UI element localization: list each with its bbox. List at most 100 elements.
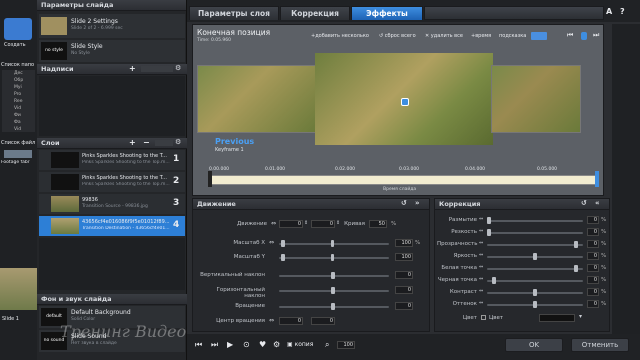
keyframe-start-marker[interactable] [208, 171, 212, 187]
vtilt-field[interactable]: 0 [395, 271, 413, 279]
nav-first-icon[interactable]: ⏮ [567, 31, 573, 40]
layer-item-selected[interactable]: 43656cf4e016086f9f5e01012f89... Transiti… [39, 216, 185, 236]
reset-all-button[interactable]: ↺ сброс всего [379, 33, 416, 39]
keyframe-end-marker[interactable] [595, 171, 599, 187]
color-swatch[interactable] [539, 314, 575, 322]
layers-remove-button[interactable]: − [143, 139, 150, 147]
vtilt-knob[interactable] [331, 272, 335, 279]
scale-y-knob-mid[interactable] [331, 254, 334, 261]
correction-row-slider[interactable] [487, 301, 583, 308]
correction-row-slider[interactable] [487, 229, 583, 236]
layers-tools[interactable] [155, 140, 173, 146]
layer-item[interactable]: Pinks Sparkles Shooting to the T... Pink… [39, 172, 185, 192]
correction-row-knob[interactable] [574, 241, 579, 248]
correction-row-field[interactable]: 0 [587, 288, 599, 296]
correction-row-icon[interactable]: ⇔ [479, 264, 483, 270]
layers-gear-icon[interactable]: ⚙ [175, 139, 181, 146]
correction-row-field[interactable]: 0 [587, 216, 599, 224]
correction-row-slider[interactable] [487, 265, 583, 272]
pan-x-field[interactable]: 0 [279, 220, 303, 228]
captions-add-button[interactable]: + [129, 65, 136, 73]
add-keyframes-button[interactable]: +добавить несколько [311, 33, 369, 39]
correction-row-slider[interactable] [487, 241, 583, 248]
layers-add-button[interactable]: + [129, 139, 136, 147]
correction-row-icon[interactable]: ⇔ [479, 288, 483, 294]
curve-field[interactable]: 50 [369, 220, 387, 228]
vtilt-slider[interactable] [279, 272, 389, 279]
correction-row-field[interactable]: 0 [587, 252, 599, 260]
settings-icon[interactable]: ⚙ [273, 340, 280, 349]
correction-row-knob[interactable] [487, 229, 491, 236]
htilt-knob[interactable] [331, 287, 335, 294]
favorite-icon[interactable]: ♥ [259, 340, 266, 349]
correction-row-icon[interactable]: ⇔ [479, 276, 483, 282]
slide-settings-row[interactable]: Slide 2 Settings Slide 2 of 2 - 6.999 se… [39, 14, 185, 38]
correction-reset-icon[interactable]: ↺ [581, 200, 587, 207]
ok-button[interactable]: OK [505, 338, 563, 352]
position-marker-icon[interactable] [401, 98, 409, 106]
nav-pin-icon[interactable] [581, 32, 587, 40]
view-toggle[interactable] [531, 32, 547, 40]
footage-thumb[interactable] [4, 150, 32, 158]
delete-all-button[interactable]: ✕ удалить все [425, 33, 463, 39]
correction-row-icon[interactable]: ⇔ [479, 300, 483, 306]
motion-reset-icon[interactable]: ↺ [401, 200, 407, 207]
pan-x-stepper[interactable]: ⇕ [304, 220, 308, 226]
nav-last-icon[interactable]: ⏭ [593, 31, 599, 40]
correction-row-icon[interactable]: ⇔ [479, 252, 483, 258]
correction-row-field[interactable]: 0 [587, 264, 599, 272]
captions-tools[interactable] [141, 66, 173, 72]
time-button[interactable]: +время [471, 33, 491, 39]
layer-item[interactable]: 99836 Transition Source - 99836.jpg 3 [39, 194, 185, 214]
correction-row-icon[interactable]: ⇔ [479, 240, 483, 246]
correction-row-knob[interactable] [487, 217, 491, 224]
correction-row-knob[interactable] [574, 265, 579, 272]
copy-button[interactable]: ▣ копия [287, 341, 313, 348]
layer-item[interactable]: Pinks Sparkles Shooting to the T... Pink… [39, 150, 185, 170]
correction-row-knob[interactable] [491, 277, 496, 284]
correction-collapse-icon[interactable]: « [595, 200, 600, 207]
pan-arrows-icon[interactable]: ⇔ [271, 220, 276, 227]
color-dropdown-icon[interactable]: ▾ [579, 313, 582, 320]
correction-row-knob[interactable] [533, 253, 537, 260]
correction-row-field[interactable]: 0 [587, 228, 599, 236]
cancel-button[interactable]: Отменить [571, 338, 629, 352]
captions-list[interactable] [39, 76, 185, 136]
correction-row-slider[interactable] [487, 289, 583, 296]
scale-x-knob[interactable] [281, 240, 285, 247]
record-icon[interactable]: ⊙ [243, 340, 250, 349]
pan-y-stepper[interactable]: ⇕ [336, 220, 340, 226]
correction-row-icon[interactable]: ⇔ [479, 216, 483, 222]
zoom-field[interactable]: 100 [337, 341, 355, 349]
center-x-field[interactable]: 0 [279, 317, 303, 325]
center-arrows-icon[interactable]: ⇔ [269, 317, 274, 324]
hint-button[interactable]: подсказка [499, 33, 526, 39]
scale-y-field[interactable]: 100 [395, 253, 413, 261]
font-icon[interactable]: A [606, 7, 612, 16]
htilt-field[interactable]: 0 [395, 286, 413, 294]
slide-thumb[interactable] [0, 268, 37, 310]
scale-x-knob-mid[interactable] [331, 240, 334, 247]
correction-row-slider[interactable] [487, 277, 583, 284]
correction-row-slider[interactable] [487, 253, 583, 260]
slide-style-row[interactable]: no style Slide Style No Style [39, 40, 185, 62]
pan-y-field[interactable]: 0 [311, 220, 335, 228]
prev-slide-icon[interactable]: ⏮ [195, 340, 202, 350]
correction-row-knob[interactable] [533, 289, 537, 296]
captions-gear-icon[interactable]: ⚙ [175, 65, 181, 72]
zoom-icon[interactable]: ⌕ [325, 340, 329, 350]
correction-row-field[interactable]: 0 [587, 276, 599, 284]
rotate-field[interactable]: 0 [395, 302, 413, 310]
scale-link-icon[interactable]: ⇔ [269, 239, 274, 246]
correction-row-field[interactable]: 0 [587, 300, 599, 308]
correction-row-icon[interactable]: ⇔ [479, 228, 483, 234]
rotate-knob[interactable] [331, 303, 335, 310]
rotate-slider[interactable] [279, 303, 389, 310]
folder-list[interactable]: Дес Обр Myi Pro Ree Vid Фи Фа Vid [2, 70, 35, 132]
center-y-field[interactable]: 0 [311, 317, 335, 325]
play-icon[interactable]: ▶ [227, 340, 233, 349]
prev-frame-image[interactable] [197, 65, 317, 133]
timeline-track[interactable] [211, 175, 597, 185]
correction-row-knob[interactable] [533, 301, 537, 308]
htilt-slider[interactable] [279, 287, 389, 294]
